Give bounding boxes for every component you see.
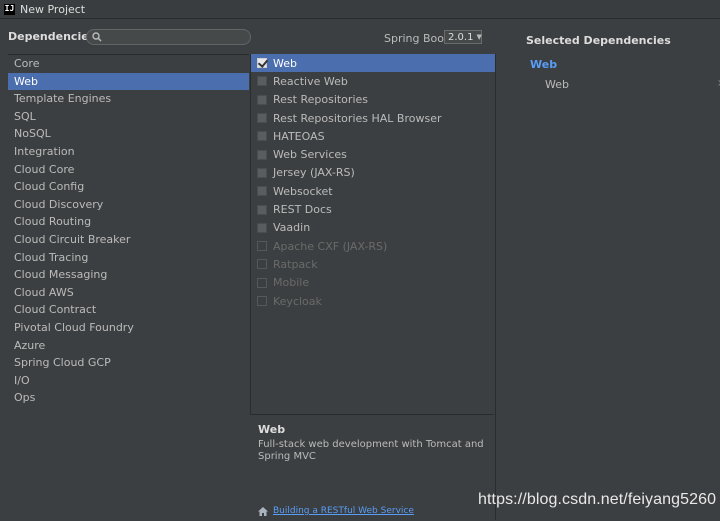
description-title: Web	[258, 423, 286, 436]
dependency-label: Websocket	[273, 184, 333, 198]
category-item-core[interactable]: Core	[8, 55, 249, 73]
dependency-label: Rest Repositories HAL Browser	[273, 111, 442, 125]
category-item-nosql[interactable]: NoSQL	[8, 125, 249, 143]
selected-dependency-item[interactable]: Web	[545, 78, 569, 91]
dependency-item-reactive-web[interactable]: Reactive Web	[251, 72, 495, 90]
dependency-checkbox[interactable]	[257, 76, 267, 87]
dependency-checkbox	[257, 241, 267, 252]
spring-boot-label: Spring Boot	[384, 32, 449, 45]
category-item-cloud-messaging[interactable]: Cloud Messaging	[8, 266, 249, 284]
dependency-label: REST Docs	[273, 203, 332, 217]
dependency-description: Web Full-stack web development with Tomc…	[250, 414, 494, 521]
dependency-item-vaadin[interactable]: Vaadin	[251, 219, 495, 237]
dependency-checkbox[interactable]	[257, 149, 267, 160]
dependency-label: Vaadin	[273, 221, 311, 235]
dependency-label: Reactive Web	[273, 74, 348, 88]
spring-boot-version-value: 2.0.1	[448, 31, 474, 43]
description-text: Full-stack web development with Tomcat a…	[258, 439, 484, 462]
dependency-label: Web	[273, 56, 297, 70]
category-item-cloud-config[interactable]: Cloud Config	[8, 178, 249, 196]
dependency-item-rest-docs[interactable]: REST Docs	[251, 200, 495, 218]
category-item-template-engines[interactable]: Template Engines	[8, 90, 249, 108]
category-item-integration[interactable]: Integration	[8, 143, 249, 161]
dependency-search-field[interactable]	[86, 29, 251, 45]
dependency-item-keycloak: Keycloak	[251, 292, 495, 310]
category-item-cloud-aws[interactable]: Cloud AWS	[8, 284, 249, 302]
window-title: New Project	[20, 2, 86, 16]
dependency-item-hateoas[interactable]: HATEOAS	[251, 127, 495, 145]
dependency-item-apache-cxf-jax-rs: Apache CXF (JAX-RS)	[251, 237, 495, 255]
category-item-web[interactable]: Web	[8, 72, 249, 91]
guide-link[interactable]: Building a RESTful Web Service	[258, 506, 414, 516]
search-icon	[92, 32, 102, 42]
dependencies-label: Dependencies	[8, 30, 96, 43]
dependency-checkbox	[257, 277, 267, 288]
dependency-checkbox	[257, 259, 267, 270]
category-item-sql[interactable]: SQL	[8, 108, 249, 126]
dependency-checkbox[interactable]	[257, 186, 267, 197]
home-icon	[258, 506, 268, 516]
dependency-item-web-services[interactable]: Web Services	[251, 145, 495, 163]
dependency-label: HATEOAS	[273, 129, 325, 143]
category-item-pivotal-cloud-foundry[interactable]: Pivotal Cloud Foundry	[8, 319, 249, 337]
dependency-item-web[interactable]: Web	[251, 54, 495, 73]
dependency-label: Web Services	[273, 148, 347, 162]
dependency-label: Jersey (JAX-RS)	[273, 166, 355, 180]
dependency-item-jersey-jax-rs[interactable]: Jersey (JAX-RS)	[251, 164, 495, 182]
intellij-app-icon: IJ	[4, 3, 15, 15]
watermark: https://blog.csdn.net/feiyang5260	[478, 491, 717, 508]
category-item-cloud-tracing[interactable]: Cloud Tracing	[8, 249, 249, 267]
category-item-azure[interactable]: Azure	[8, 337, 249, 355]
category-item-ops[interactable]: Ops	[8, 389, 249, 407]
search-input[interactable]	[106, 31, 246, 43]
dependency-item-websocket[interactable]: Websocket	[251, 182, 495, 200]
dependency-checkbox[interactable]	[257, 113, 267, 124]
dependency-checkbox[interactable]	[257, 94, 267, 105]
dependency-item-rest-repositories[interactable]: Rest Repositories	[251, 91, 495, 109]
dependency-item-rest-repositories-hal-browser[interactable]: Rest Repositories HAL Browser	[251, 109, 495, 127]
selected-group-web: Web	[530, 58, 558, 71]
dependency-item-ratpack: Ratpack	[251, 255, 495, 273]
category-item-cloud-contract[interactable]: Cloud Contract	[8, 301, 249, 319]
category-item-cloud-core[interactable]: Cloud Core	[8, 161, 249, 179]
dependency-checkbox[interactable]	[257, 222, 267, 233]
dependency-label: Rest Repositories	[273, 93, 368, 107]
category-item-cloud-circuit-breaker[interactable]: Cloud Circuit Breaker	[8, 231, 249, 249]
dependency-label: Ratpack	[273, 257, 318, 271]
chevron-down-icon: ▼	[476, 33, 482, 41]
category-item-cloud-discovery[interactable]: Cloud Discovery	[8, 196, 249, 214]
dependency-checkbox[interactable]	[257, 204, 267, 215]
category-item-spring-cloud-gcp[interactable]: Spring Cloud GCP	[8, 354, 249, 372]
dependency-label: Apache CXF (JAX-RS)	[273, 239, 388, 253]
dependency-checkbox[interactable]	[257, 131, 267, 142]
dependency-list: Web Reactive Web Rest Repositories Rest Rep…	[251, 54, 495, 310]
dependency-label: Keycloak	[273, 294, 322, 308]
category-item-cloud-routing[interactable]: Cloud Routing	[8, 213, 249, 231]
selected-dependencies-label: Selected Dependencies	[526, 34, 671, 47]
dependency-checkbox	[257, 296, 267, 306]
dependency-checkbox[interactable]	[257, 167, 267, 178]
category-item-i-o[interactable]: I/O	[8, 372, 249, 390]
dependency-item-mobile: Mobile	[251, 274, 495, 292]
spring-boot-version-select[interactable]: 2.0.1 ▼	[444, 30, 482, 44]
dependency-label: Mobile	[273, 276, 310, 290]
category-list: Core Web Template Engines SQL NoSQL Integrati…	[8, 54, 249, 521]
title-bar: IJ New Project	[0, 0, 720, 19]
selected-dependencies-panel: Web Web ×	[520, 54, 720, 520]
dependency-checkbox[interactable]	[257, 58, 267, 69]
guide-link-label[interactable]: Building a RESTful Web Service	[273, 506, 414, 516]
